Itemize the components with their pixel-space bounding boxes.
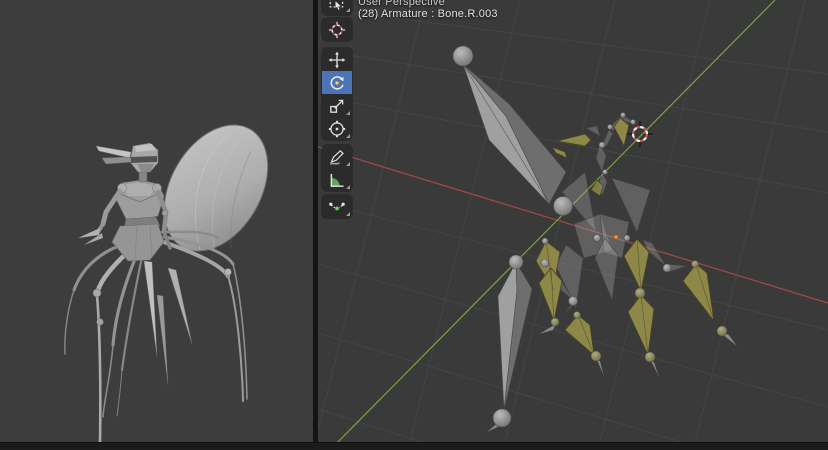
bottom-status-strip <box>0 442 828 450</box>
spider-model <box>0 0 313 450</box>
bone-large-leg[interactable] <box>498 262 532 410</box>
tool-rotate[interactable] <box>322 71 352 94</box>
tool-scale[interactable] <box>322 94 352 117</box>
3d-cursor <box>627 121 653 147</box>
spider-abdomen <box>143 107 289 270</box>
tool-measure[interactable] <box>322 168 352 191</box>
cursor-tool-icon <box>328 21 346 39</box>
tool-transform[interactable] <box>322 117 352 140</box>
spider-legs-right <box>161 232 247 401</box>
viewport-perspective-label: User Perspective <box>358 0 445 8</box>
bone-tips <box>487 304 737 432</box>
tool-curve[interactable] <box>322 195 352 218</box>
spider-legs-left <box>65 244 142 444</box>
annotate-icon <box>328 148 346 166</box>
rotate-icon <box>328 74 346 92</box>
scale-icon <box>328 97 346 115</box>
measure-icon <box>328 171 346 189</box>
tool-select-box[interactable] <box>322 0 352 14</box>
model-preview-panel[interactable] <box>0 0 313 450</box>
bone-large-upper[interactable] <box>463 64 566 204</box>
tool-move[interactable] <box>322 48 352 71</box>
move-icon <box>328 51 346 69</box>
tool-cursor[interactable] <box>322 18 352 41</box>
object-origin-dot <box>614 235 618 239</box>
tool-annotate[interactable] <box>322 145 352 168</box>
transform-icon <box>328 120 346 138</box>
spider-head <box>96 143 158 182</box>
viewport-selection-label: (28) Armature : Bone.R.003 <box>358 8 498 20</box>
spider-spikes <box>144 261 192 385</box>
select-box-icon <box>328 0 346 12</box>
y-axis-line <box>330 0 775 450</box>
curve-tool-icon <box>328 198 346 216</box>
armature-viewport[interactable]: User Perspective (28) Armature : Bone.R.… <box>318 0 828 450</box>
blender-window: User Perspective (28) Armature : Bone.R.… <box>0 0 828 450</box>
